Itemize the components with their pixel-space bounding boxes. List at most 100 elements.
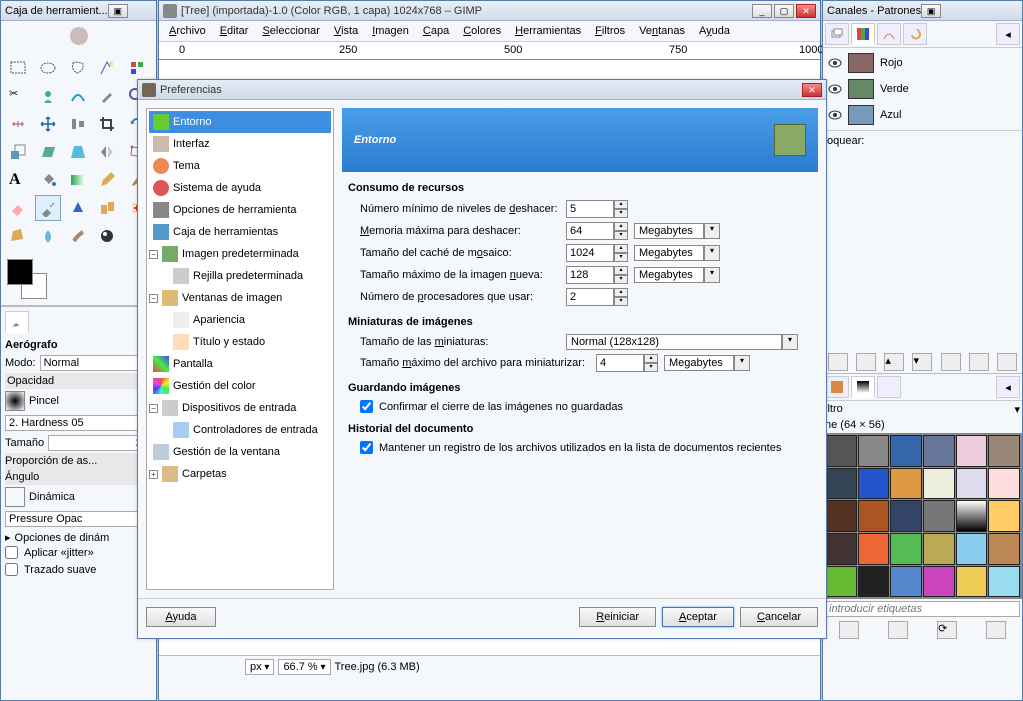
smooth-checkbox[interactable] [5,563,18,576]
eye-icon[interactable] [828,56,842,70]
tags-input[interactable] [825,601,1020,617]
pat-refresh-icon[interactable]: ⟳ [937,621,957,639]
tool-scissors[interactable]: ✂ [5,83,31,109]
tool-eraser[interactable] [5,195,31,221]
channel-row[interactable]: Azul [825,102,1020,128]
spin-down-icon[interactable]: ▾ [614,231,628,240]
tool-align[interactable] [65,111,91,137]
pattern-cell[interactable] [890,468,922,500]
tab-menu[interactable]: ◂ [996,23,1020,45]
tool-pencil[interactable] [94,167,120,193]
expander-icon[interactable]: − [149,294,158,303]
pattern-cell[interactable] [825,566,857,598]
tool-paths[interactable] [65,83,91,109]
pattern-cell[interactable] [923,500,955,532]
tool-ellipse-select[interactable] [35,55,61,81]
tree-controladores-entrada[interactable]: Controladores de entrada [149,419,331,441]
pattern-cell[interactable] [858,468,890,500]
chevron-down-icon[interactable]: ▾ [782,334,798,350]
tab-patterns[interactable] [851,376,875,398]
dynamics-icon[interactable] [5,487,25,507]
tab-layers[interactable] [825,23,849,45]
restore-button[interactable]: ▣ [108,4,128,18]
help-button[interactable]: Ayuda [146,607,216,627]
pattern-cell[interactable] [988,435,1020,467]
tool-flip[interactable] [94,139,120,165]
eye-icon[interactable] [828,82,842,96]
menu-imagen[interactable]: Imagen [366,23,415,39]
undo-mem-unit[interactable]: Megabytes [634,223,704,239]
tab-undo[interactable] [903,23,927,45]
tool-crop[interactable] [94,111,120,137]
expander-icon[interactable]: − [149,404,158,413]
tool-airbrush[interactable] [35,195,61,221]
maximize-button[interactable]: ▢ [774,4,794,18]
brush-select[interactable] [5,415,152,431]
jitter-checkbox[interactable] [5,546,18,559]
spin-down-icon[interactable]: ▾ [614,275,628,284]
tree-opciones-herramienta[interactable]: Opciones de herramienta [149,199,331,221]
tool-perspective[interactable] [65,139,91,165]
keep-history-checkbox[interactable] [360,441,373,454]
ruler-horizontal[interactable]: 0 250 500 750 1000 [159,42,820,60]
pattern-cell[interactable] [956,566,988,598]
tool-color-picker[interactable] [94,83,120,109]
minimize-button[interactable]: _ [752,4,772,18]
tool-blend[interactable] [65,167,91,193]
menu-filtros[interactable]: Filtros [589,23,631,39]
tab-brushes[interactable] [825,376,849,398]
channel-row[interactable]: Rojo [825,50,1020,76]
chevron-down-icon[interactable]: ▾ [704,267,720,283]
tree-entorno[interactable]: Entorno [149,111,331,133]
tool-move[interactable] [35,111,61,137]
tab-gradients[interactable] [877,376,901,398]
tool-free-select[interactable] [65,55,91,81]
spin-down-icon[interactable]: ▾ [614,209,628,218]
spin-up-icon[interactable]: ▴ [614,200,628,209]
menu-capa[interactable]: Capa [417,23,455,39]
tool-by-color-select[interactable] [124,55,150,81]
prefs-titlebar[interactable]: Preferencias ✕ [138,80,826,100]
ch-up-icon[interactable]: ▴ [884,353,904,371]
image-titlebar[interactable]: [Tree] (importada)-1.0 (Color RGB, 1 cap… [159,1,820,21]
pat-edit-icon[interactable] [839,621,859,639]
tree-tema[interactable]: Tema [149,155,331,177]
tree-sistema-ayuda[interactable]: Sistema de ayuda [149,177,331,199]
pattern-cell[interactable] [825,468,857,500]
ch-down-icon[interactable]: ▾ [912,353,932,371]
pattern-cell[interactable] [988,533,1020,565]
chevron-down-icon[interactable]: ▾ [734,355,750,371]
close-button[interactable]: ✕ [802,83,822,97]
ch-del-icon[interactable] [997,353,1017,371]
dock-titlebar[interactable]: Canales - Patrones ▣ [823,1,1022,21]
tool-bucket-fill[interactable] [35,167,61,193]
reset-button[interactable]: Reiniciar [579,607,656,627]
close-button[interactable]: ✕ [796,4,816,18]
prefs-tree[interactable]: Entorno Interfaz Tema Sistema de ayuda O… [146,108,334,590]
spin-up-icon[interactable]: ▴ [614,288,628,297]
tool-shear[interactable] [35,139,61,165]
pattern-cell[interactable] [825,533,857,565]
pattern-cell[interactable] [890,566,922,598]
confirm-close-checkbox[interactable] [360,400,373,413]
thumb-max-unit[interactable]: Megabytes [664,355,734,371]
tree-caja-herramientas[interactable]: Caja de herramientas [149,221,331,243]
menu-herramientas[interactable]: Herramientas [509,23,587,39]
tool-perspective-clone[interactable] [5,223,31,249]
tool-blur[interactable] [35,223,61,249]
pattern-cell[interactable] [858,500,890,532]
tool-clone[interactable] [94,195,120,221]
pattern-cell[interactable] [956,500,988,532]
pattern-cell[interactable] [988,468,1020,500]
dynamics-select[interactable] [5,511,152,527]
pattern-cell[interactable] [890,435,922,467]
eye-icon[interactable] [828,108,842,122]
ch-new-icon[interactable] [856,353,876,371]
tree-imagen-pred[interactable]: Imagen predeterminada [158,243,331,265]
menu-editar[interactable]: Editar [214,23,255,39]
tab-menu-2[interactable]: ◂ [996,376,1020,398]
pattern-cell[interactable] [858,566,890,598]
pattern-cell[interactable] [988,566,1020,598]
spin-up-icon[interactable]: ▴ [614,222,628,231]
pattern-cell[interactable] [858,435,890,467]
